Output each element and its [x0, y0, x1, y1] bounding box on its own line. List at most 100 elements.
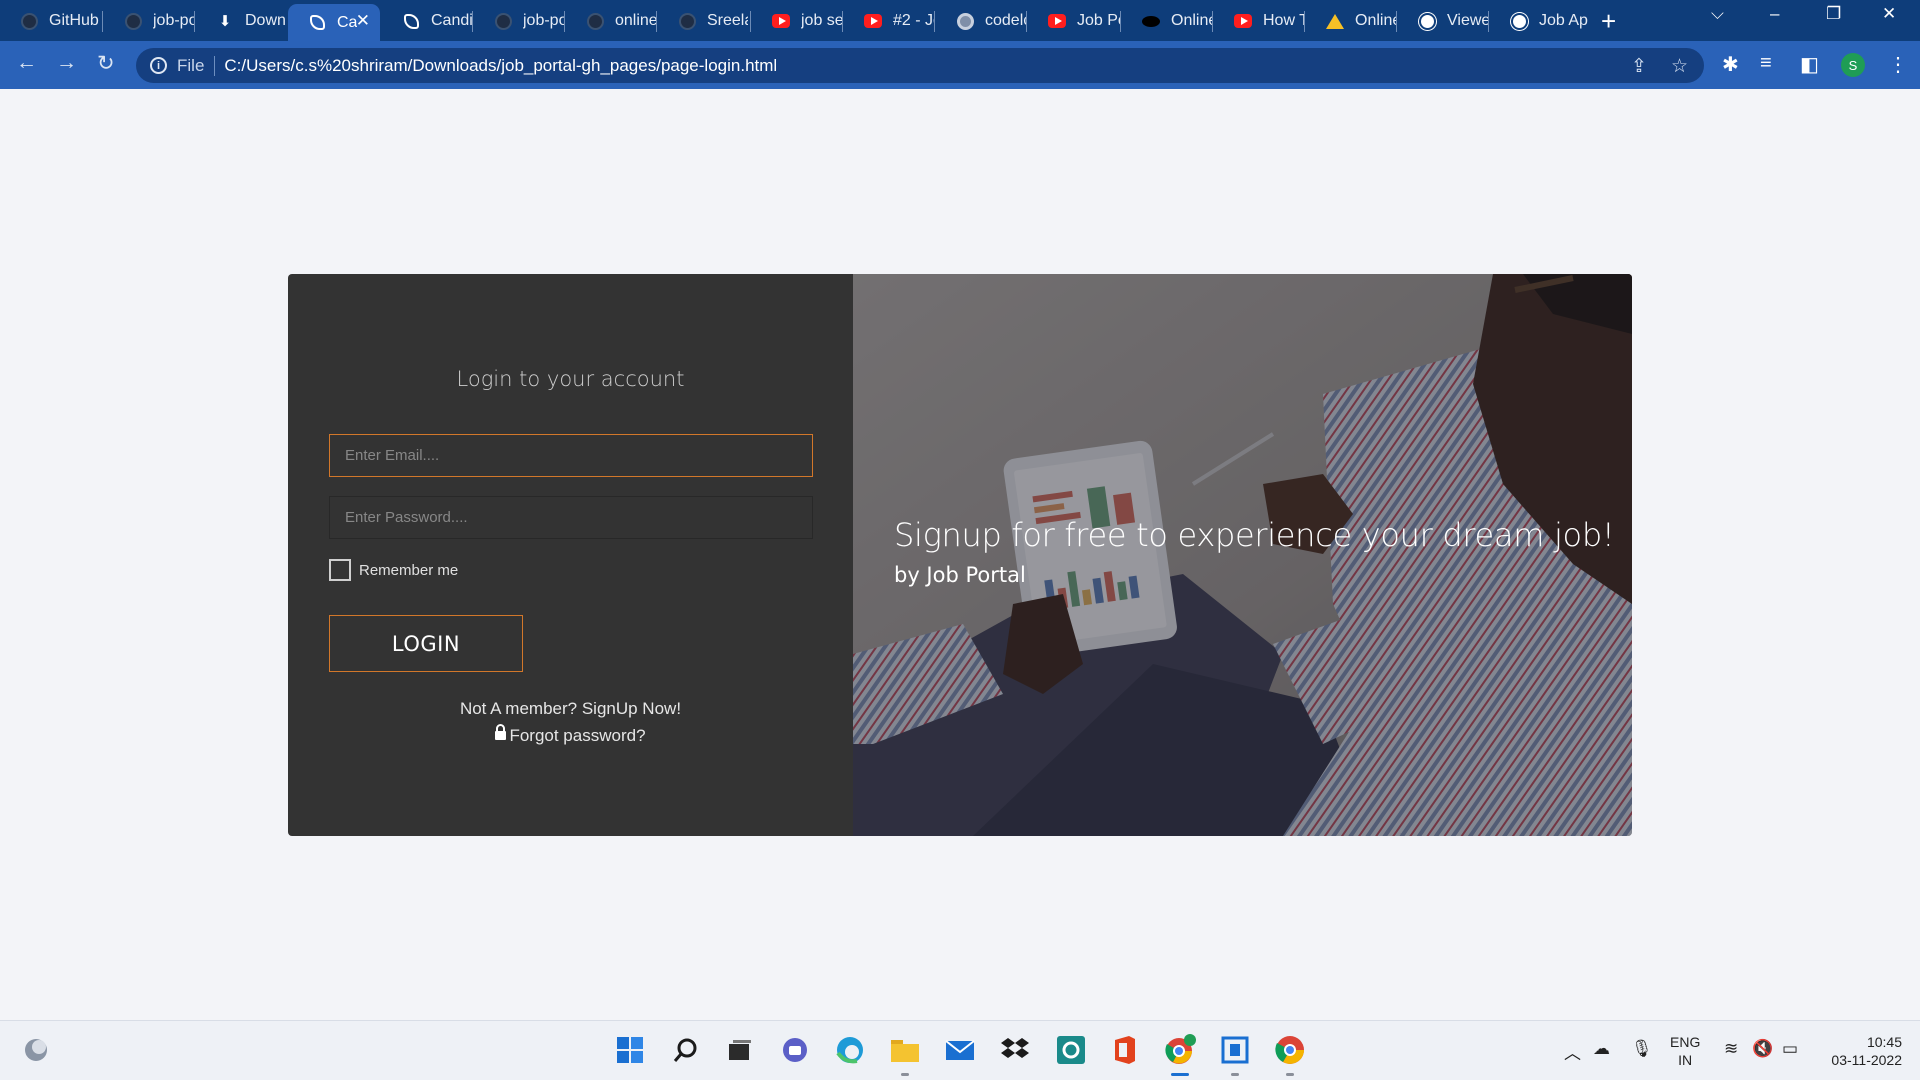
login-panel: Login to your account Remember me LOGIN … — [288, 274, 853, 836]
dropbox-icon[interactable] — [999, 1034, 1031, 1066]
forgot-password-link[interactable]: Forgot password? — [288, 724, 853, 746]
start-button-icon[interactable] — [614, 1034, 646, 1066]
tab-separator — [656, 11, 657, 32]
tab-search-icon[interactable]: ⌵ — [1711, 4, 1724, 24]
editor-running-indicator — [1231, 1073, 1239, 1076]
close-window-button[interactable]: ✕ — [1882, 4, 1896, 24]
widgets-icon[interactable] — [20, 1034, 52, 1066]
login-button[interactable]: LOGIN — [329, 615, 523, 672]
browser-tab[interactable]: job se — [752, 4, 842, 38]
tab-separator — [750, 11, 751, 32]
tab-label: Job Ap — [1539, 12, 1588, 29]
edge-browser-icon[interactable] — [834, 1034, 866, 1066]
browser-tab[interactable]: Viewer — [1398, 4, 1488, 38]
tab-separator — [1304, 11, 1305, 32]
tab-label: Sreela — [707, 12, 748, 29]
clock-time: 10:45 — [1866, 1034, 1902, 1050]
task-view-icon[interactable] — [724, 1034, 756, 1066]
clock-date: 03-11-2022 — [1831, 1052, 1902, 1068]
browser-tab[interactable]: job-portal — [474, 4, 564, 38]
remember-me[interactable]: Remember me — [329, 559, 458, 581]
clock[interactable]: 10:45 03-11-2022 — [1822, 1033, 1902, 1069]
office-icon[interactable] — [1109, 1034, 1141, 1066]
hero-photo — [853, 274, 1632, 836]
new-tab-button[interactable]: + — [1601, 6, 1616, 37]
dark-icon — [1142, 12, 1160, 30]
restore-button[interactable]: ❐ — [1826, 4, 1841, 24]
onedrive-error-icon[interactable]: ☁ — [1593, 1039, 1610, 1059]
browser-tab[interactable]: job-portal — [104, 4, 194, 38]
reload-button[interactable]: ↻ — [97, 51, 115, 76]
file-explorer-icon[interactable] — [889, 1034, 921, 1066]
browser-tab[interactable]: codelc — [936, 4, 1026, 38]
minimize-button[interactable]: – — [1770, 4, 1779, 24]
chrome-profile-icon[interactable] — [1164, 1034, 1196, 1066]
teams-chat-icon[interactable] — [779, 1034, 811, 1066]
remember-checkbox[interactable] — [329, 559, 351, 581]
browser-tab[interactable]: #2 - Jo — [844, 4, 934, 38]
search-icon[interactable] — [670, 1034, 702, 1066]
mail-icon[interactable] — [944, 1034, 976, 1066]
app-store-icon[interactable] — [1055, 1034, 1087, 1066]
email-field[interactable] — [329, 434, 813, 477]
battery-icon[interactable]: ▭ — [1782, 1039, 1798, 1059]
close-tab-icon[interactable]: ✕ — [356, 11, 370, 31]
browser-tab[interactable]: Candidate — [382, 4, 472, 38]
microphone-icon[interactable]: 🎙 — [1631, 1039, 1653, 1059]
github-icon — [494, 12, 512, 30]
side-panel-icon[interactable]: ◧ — [1800, 52, 1819, 77]
volume-muted-icon[interactable]: 🔇 — [1752, 1039, 1773, 1059]
forward-button[interactable]: → — [56, 51, 77, 75]
browser-tab[interactable]: Online — [1306, 4, 1396, 38]
tab-separator — [1488, 11, 1489, 32]
chrome-icon[interactable] — [1274, 1034, 1306, 1066]
menu-kebab-icon[interactable]: ⋮ — [1888, 52, 1908, 77]
browser-tab[interactable]: Job Po — [1028, 4, 1120, 38]
github-icon — [586, 12, 604, 30]
code-editor-icon[interactable] — [1219, 1034, 1251, 1066]
explorer-running-indicator — [901, 1073, 909, 1076]
tab-label: codelc — [985, 12, 1026, 29]
show-hidden-icons-chevron-icon[interactable]: ︿ — [1564, 1039, 1581, 1064]
address-url[interactable]: C:/Users/c.s%20shriram/Downloads/job_por… — [224, 56, 777, 76]
chrome-running-indicator — [1286, 1073, 1294, 1076]
github-icon — [678, 12, 696, 30]
browser-tab[interactable]: GitHub — [0, 4, 100, 38]
media-control-icon[interactable]: ≡ — [1760, 52, 1772, 75]
tab-label: Downloads — [245, 12, 286, 29]
profile-avatar[interactable]: S — [1841, 53, 1865, 77]
address-bar[interactable]: i File C:/Users/c.s%20shriram/Downloads/… — [136, 48, 1704, 83]
hero-panel: Signup for free to experience your dream… — [853, 274, 1632, 836]
remember-label: Remember me — [359, 561, 459, 579]
bookmark-star-icon[interactable]: ☆ — [1671, 55, 1688, 78]
tab-label: job-portal — [153, 12, 194, 29]
language-label: ENG — [1670, 1034, 1701, 1050]
youtube-icon — [1048, 12, 1066, 30]
hero-subtitle: by Job Portal — [894, 563, 1026, 587]
browser-tab[interactable]: Online — [1122, 4, 1212, 38]
tab-separator — [194, 11, 195, 32]
password-field[interactable] — [329, 496, 813, 539]
github-icon — [124, 12, 142, 30]
browser-tab[interactable]: online — [566, 4, 656, 38]
browser-toolbar: ← → ↻ i File C:/Users/c.s%20shriram/Down… — [0, 41, 1920, 89]
hero-title: Signup for free to experience your dream… — [894, 516, 1615, 554]
login-title: Login to your account — [456, 367, 685, 391]
language-indicator[interactable]: ENG IN — [1670, 1033, 1700, 1069]
browser-tab[interactable]: How T — [1214, 4, 1304, 38]
back-button[interactable]: ← — [16, 51, 37, 75]
tab-separator — [934, 11, 935, 32]
browser-tab[interactable]: Ca ✕ — [288, 4, 380, 41]
tab-label: online — [615, 12, 656, 29]
extensions-icon[interactable]: ✱ — [1722, 52, 1739, 77]
browser-tab[interactable]: Job Ap — [1490, 4, 1590, 38]
site-info-icon[interactable]: i — [150, 57, 167, 74]
browser-tab[interactable]: ⬇ Downloads — [196, 4, 286, 38]
share-icon[interactable]: ⇪ — [1631, 55, 1647, 78]
tab-separator — [1212, 11, 1213, 32]
region-label: IN — [1678, 1052, 1693, 1068]
signup-link[interactable]: Not A member? SignUp Now! — [288, 699, 853, 719]
browser-tab[interactable]: Sreela — [658, 4, 748, 38]
wifi-icon[interactable]: ≋ — [1724, 1039, 1738, 1059]
tab-separator — [842, 11, 843, 32]
